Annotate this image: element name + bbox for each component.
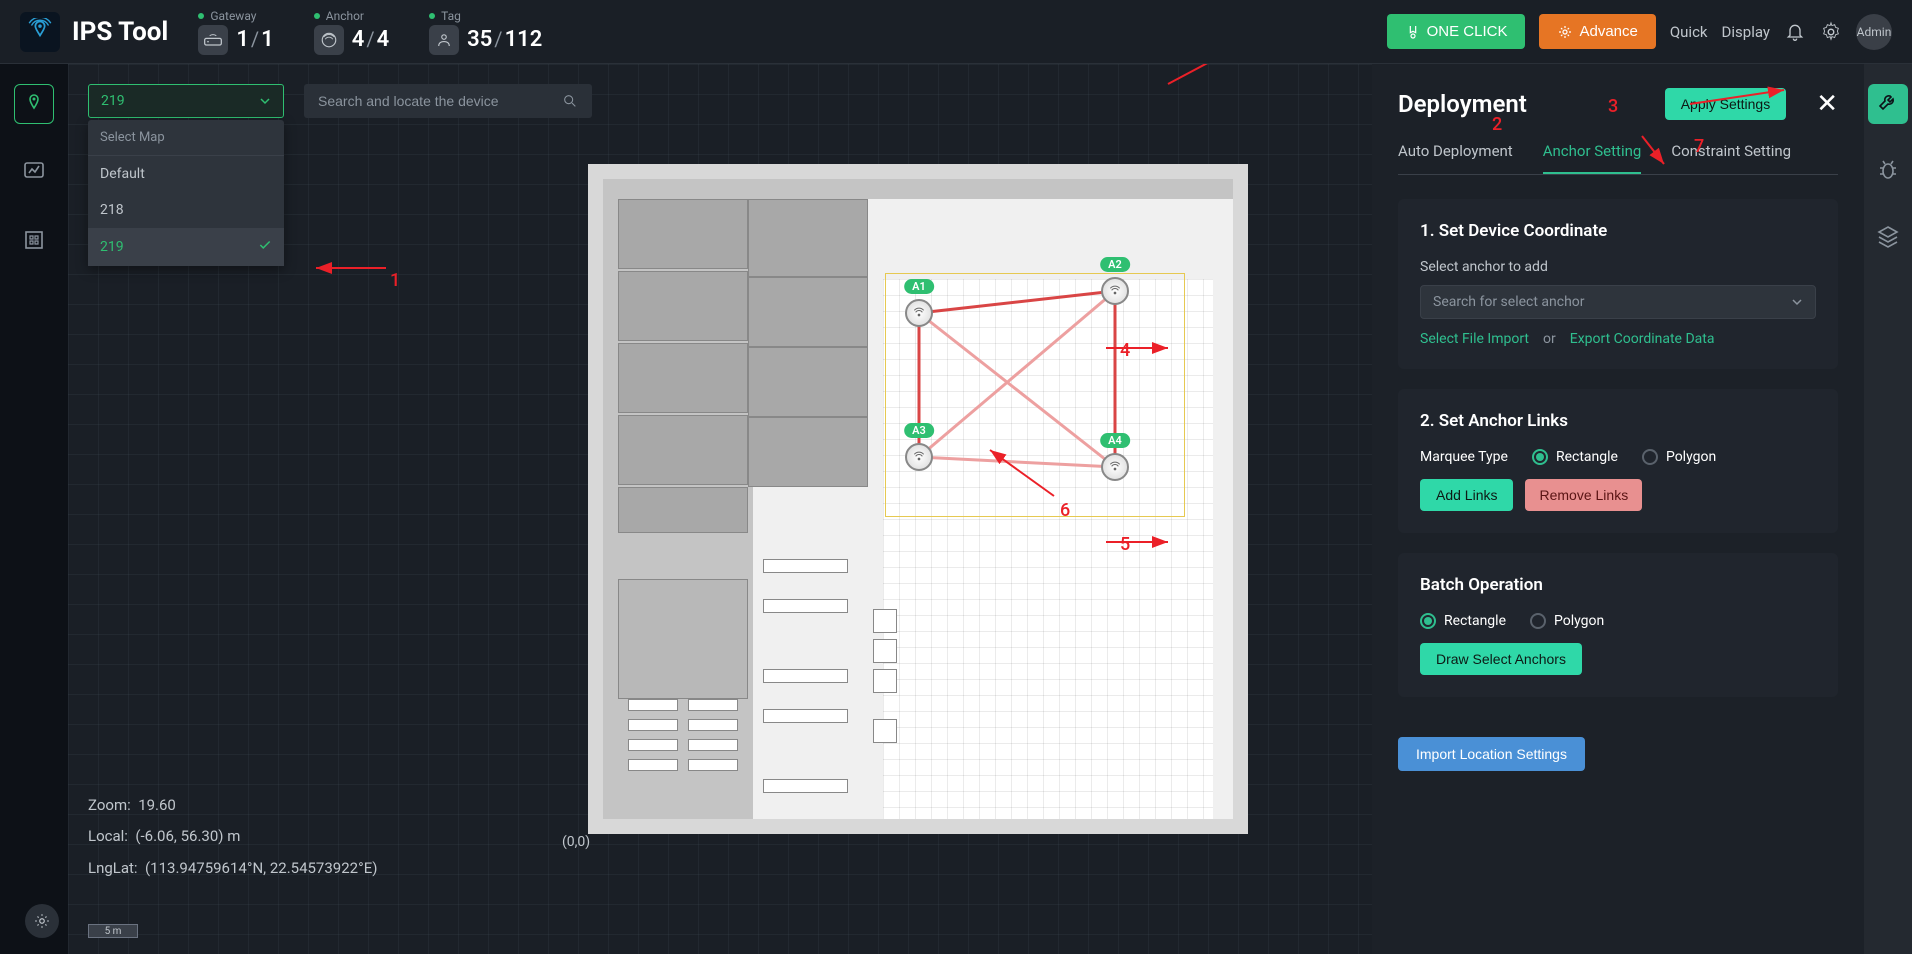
draw-select-anchors-button[interactable]: Draw Select Anchors <box>1420 643 1582 675</box>
close-icon[interactable]: ✕ <box>1816 89 1838 119</box>
dropdown-item-218[interactable]: 218 <box>88 192 284 228</box>
anchor-label: Anchor <box>314 9 389 23</box>
section-set-links: 2. Set Anchor Links <box>1420 411 1816 431</box>
quick-link[interactable]: Quick <box>1670 23 1708 41</box>
import-location-button[interactable]: Import Location Settings <box>1398 737 1585 771</box>
tab-auto-deployment[interactable]: Auto Deployment <box>1398 142 1513 174</box>
section-batch: Batch Operation <box>1420 575 1816 595</box>
app-name: IPS Tool <box>72 17 168 47</box>
tool-bug-icon[interactable] <box>1868 150 1908 190</box>
anchor-select-input[interactable]: Search for select anchor <box>1420 285 1816 319</box>
add-links-button[interactable]: Add Links <box>1420 479 1513 511</box>
gateway-count: 1/1 <box>236 27 273 52</box>
floorplan[interactable]: A1 A2 A3 A4 <box>588 164 1248 834</box>
coords-overlay: Zoom: 19.60 Local: (-6.06, 56.30) m LngL… <box>88 790 377 885</box>
settings-gear-button[interactable] <box>25 904 59 938</box>
tab-constraint-setting[interactable]: Constraint Setting <box>1671 142 1791 174</box>
tool-layers-icon[interactable] <box>1868 216 1908 256</box>
chevron-down-icon <box>1791 296 1803 308</box>
tag-count: 35/112 <box>467 27 542 52</box>
nav-dashboard-icon[interactable] <box>14 152 54 192</box>
admin-avatar[interactable]: Admin <box>1856 14 1892 50</box>
remove-links-button[interactable]: Remove Links <box>1525 479 1642 511</box>
dropdown-item-219[interactable]: 219 <box>88 228 284 266</box>
check-icon <box>258 238 272 256</box>
search-icon <box>562 93 578 109</box>
anchor-icon <box>314 25 344 55</box>
nav-map-icon[interactable] <box>14 84 54 124</box>
section-set-coordinate: 1. Set Device Coordinate <box>1420 221 1816 241</box>
one-click-button[interactable]: ONE CLICK <box>1387 14 1526 49</box>
apply-settings-button[interactable]: Apply Settings <box>1665 88 1787 120</box>
anchor-a2[interactable]: A2 <box>1101 277 1129 305</box>
dropdown-item-default[interactable]: Default <box>88 156 284 192</box>
tag-label: Tag <box>429 9 542 23</box>
panel-title: Deployment <box>1398 90 1527 118</box>
anchor-count: 4/4 <box>352 27 389 52</box>
tab-anchor-setting[interactable]: Anchor Setting <box>1543 142 1642 174</box>
bell-icon[interactable] <box>1784 21 1806 43</box>
anchor-a4[interactable]: A4 <box>1101 453 1129 481</box>
export-coord-link[interactable]: Export Coordinate Data <box>1570 331 1715 347</box>
display-link[interactable]: Display <box>1722 23 1770 41</box>
anchor-a3[interactable]: A3 <box>905 443 933 471</box>
map-select[interactable]: 219 <box>88 84 284 118</box>
anchor-a1[interactable]: A1 <box>905 299 933 327</box>
origin-label: (0,0) <box>562 834 590 850</box>
radio-batch-rectangle[interactable]: Rectangle <box>1420 613 1506 629</box>
radio-polygon[interactable]: Polygon <box>1642 449 1716 465</box>
radio-batch-polygon[interactable]: Polygon <box>1530 613 1604 629</box>
chevron-down-icon <box>259 95 271 107</box>
or-text: or <box>1543 331 1556 347</box>
gateway-label: Gateway <box>198 9 273 23</box>
search-input-wrapper[interactable] <box>304 84 592 118</box>
search-input[interactable] <box>318 93 562 109</box>
scale-bar: 5 m <box>88 924 138 938</box>
app-logo-icon <box>20 12 60 52</box>
select-anchor-label: Select anchor to add <box>1420 259 1816 275</box>
annotation-1: 1 <box>390 270 400 291</box>
tag-icon <box>429 25 459 55</box>
dropdown-header: Select Map <box>88 120 284 156</box>
marquee-label: Marquee Type <box>1420 449 1508 465</box>
radio-rectangle[interactable]: Rectangle <box>1532 449 1618 465</box>
advance-button[interactable]: Advance <box>1539 14 1655 49</box>
gear-icon[interactable] <box>1820 21 1842 43</box>
gateway-icon <box>198 25 228 55</box>
tool-wrench-icon[interactable] <box>1868 84 1908 124</box>
nav-building-icon[interactable] <box>14 220 54 260</box>
map-dropdown: Select Map Default 218 219 <box>88 120 284 266</box>
file-import-link[interactable]: Select File Import <box>1420 331 1529 347</box>
